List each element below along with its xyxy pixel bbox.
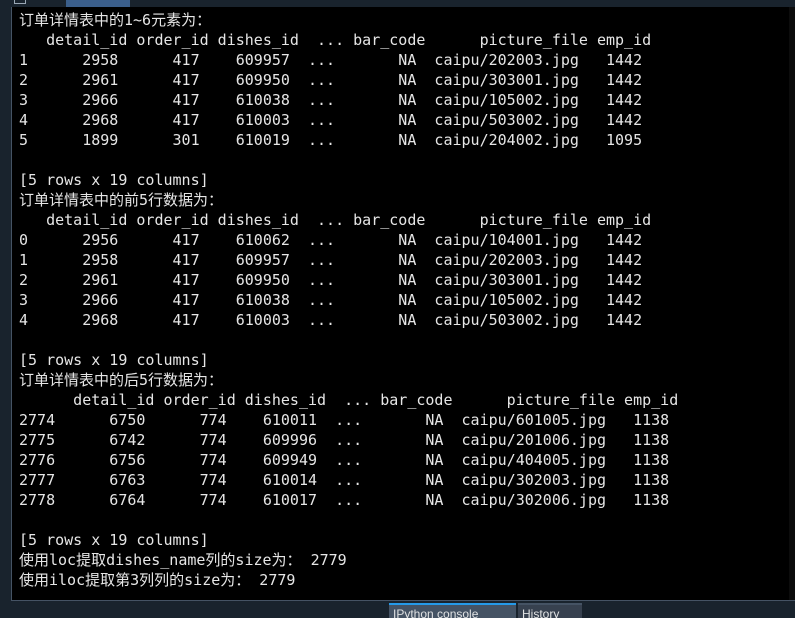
table-header: detail_id order_id dishes_id ... bar_cod… <box>19 211 652 229</box>
table-summary: [5 rows x 19 columns] <box>19 351 209 369</box>
table-row: 3 2966 417 610038 ... NA caipu/105002.jp… <box>19 91 643 109</box>
console-line: 使用loc提取dishes_name列的size为： 2779 <box>19 551 347 569</box>
console-line: 订单详情表中的前5行数据为： <box>19 191 224 209</box>
table-summary: [5 rows x 19 columns] <box>19 531 209 549</box>
table-summary: [5 rows x 19 columns] <box>19 171 209 189</box>
table-row: 0 2956 417 610062 ... NA caipu/104001.jp… <box>19 231 643 249</box>
table-header: detail_id order_id dishes_id ... bar_cod… <box>19 31 652 49</box>
console-line: 订单详情表中的1~6元素为： <box>19 11 212 29</box>
table-row: 4 2968 417 610003 ... NA caipu/503002.jp… <box>19 111 643 129</box>
console-output: 订单详情表中的1~6元素为： detail_id order_id dishes… <box>19 10 678 590</box>
table-row: 2775 6742 774 609996 ... NA caipu/201006… <box>19 431 670 449</box>
table-header: detail_id order_id dishes_id ... bar_cod… <box>19 391 679 409</box>
table-row: 2776 6756 774 609949 ... NA caipu/404005… <box>19 451 670 469</box>
window-icon[interactable] <box>14 0 26 4</box>
table-row: 1 2958 417 609957 ... NA caipu/202003.jp… <box>19 251 643 269</box>
table-row: 2774 6750 774 610011 ... NA caipu/601005… <box>19 411 670 429</box>
table-row: 2 2961 417 609950 ... NA caipu/303001.jp… <box>19 271 643 289</box>
table-row: 3 2966 417 610038 ... NA caipu/105002.jp… <box>19 291 643 309</box>
tab-ipython-console[interactable]: IPython console <box>389 603 516 618</box>
table-row: 1 2958 417 609957 ... NA caipu/202003.jp… <box>19 51 643 69</box>
table-row: 2778 6764 774 610017 ... NA caipu/302006… <box>19 491 670 509</box>
tab-history[interactable]: History <box>518 603 582 618</box>
table-row: 2777 6763 774 610014 ... NA caipu/302003… <box>19 471 670 489</box>
console-line: 订单详情表中的后5行数据为： <box>19 371 224 389</box>
ipython-console-pane[interactable]: 订单详情表中的1~6元素为： detail_id order_id dishes… <box>11 7 795 601</box>
console-line: 使用iloc提取第3列列的size为： 2779 <box>19 571 296 589</box>
top-tab-indicator[interactable] <box>66 0 130 7</box>
table-row: 2 2961 417 609950 ... NA caipu/303001.jp… <box>19 71 643 89</box>
table-row: 4 2968 417 610003 ... NA caipu/503002.jp… <box>19 311 643 329</box>
table-row: 5 1899 301 610019 ... NA caipu/204002.jp… <box>19 131 643 149</box>
console-scrollbar[interactable] <box>789 7 795 600</box>
